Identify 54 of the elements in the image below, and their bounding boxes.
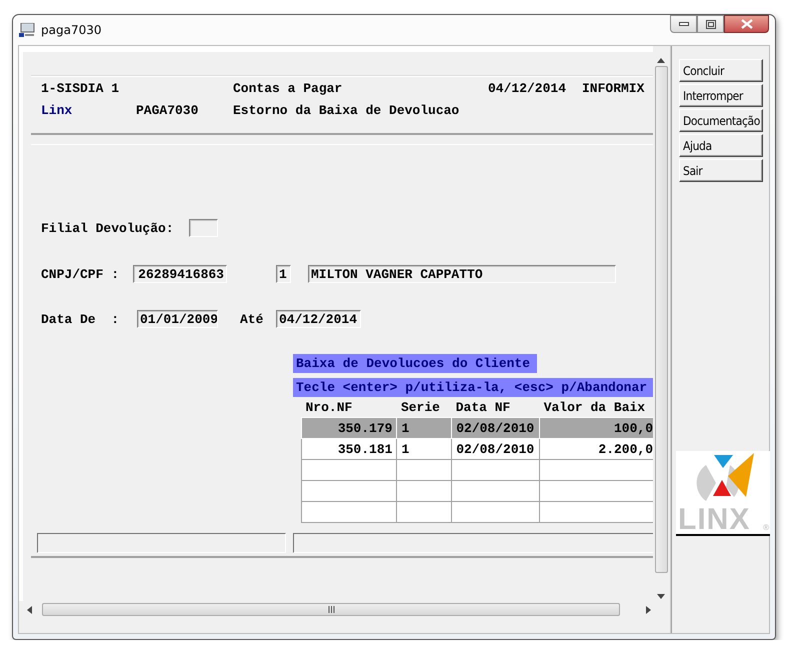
- column-header: Data NF: [452, 397, 540, 418]
- field-label: Data De :: [41, 312, 120, 326]
- action-button[interactable]: Sair: [679, 159, 763, 182]
- action-button[interactable]: Concluir: [679, 59, 763, 82]
- table-cell: 350.179: [302, 418, 397, 438]
- table-cell: 2.200,0: [540, 438, 653, 460]
- table-row[interactable]: 350.179 1 02/08/2010 100,0: [302, 418, 653, 438]
- action-button[interactable]: Ajuda: [679, 134, 763, 157]
- company-label: 1-SISDIA 1: [41, 80, 120, 96]
- date-label: 04/12/2014: [488, 80, 568, 96]
- action-button[interactable]: Documentação: [679, 109, 763, 132]
- maximize-icon: [706, 20, 716, 28]
- screen-title: Estorno da Baixa de Devolucao: [233, 102, 460, 118]
- column-header: Nro.NF: [302, 397, 397, 418]
- minimize-button[interactable]: [670, 15, 697, 33]
- name-field[interactable]: MILTON VAGNER CAPPATTO: [308, 265, 616, 283]
- database-label: INFORMIX: [582, 80, 646, 96]
- logo-text: LINX: [678, 503, 750, 537]
- table-cell: 350.181: [302, 438, 397, 460]
- scroll-left-icon[interactable]: [27, 606, 32, 614]
- field-label: Filial Devolução:: [41, 220, 175, 236]
- window-title: paga7030: [41, 23, 102, 37]
- registered-mark: ®: [763, 523, 769, 532]
- sequence-field[interactable]: 1: [276, 265, 291, 283]
- maximize-button[interactable]: [697, 15, 724, 33]
- brand-label: Linx: [41, 102, 74, 118]
- field-label: CNPJ/CPF :: [41, 266, 120, 282]
- column-header: Serie: [396, 397, 452, 418]
- grip-icon: [328, 606, 334, 613]
- close-button[interactable]: [724, 15, 769, 33]
- action-button[interactable]: Interromper: [679, 84, 763, 107]
- logo-mark-drawing: [696, 453, 754, 501]
- date-field[interactable]: 04/12/2014: [276, 310, 361, 328]
- filial-field[interactable]: [189, 219, 218, 237]
- close-icon: [740, 19, 752, 29]
- table-cell: 1: [396, 418, 452, 438]
- scroll-right-icon[interactable]: [646, 606, 651, 614]
- table-row[interactable]: 350.181 1 02/08/2010 2.200,0: [302, 438, 653, 460]
- scroll-up-icon[interactable]: [657, 58, 665, 63]
- minimize-icon: [678, 22, 688, 26]
- document-field[interactable]: 26289416863: [133, 265, 227, 283]
- table-cell: 1: [396, 438, 452, 460]
- scroll-down-icon[interactable]: [657, 594, 665, 599]
- popup-title: Baixa de Devolucoes do Cliente: [293, 354, 537, 373]
- table-cell: 02/08/2010: [452, 418, 540, 438]
- date-field[interactable]: 01/01/2009: [137, 310, 218, 328]
- popup-hint: Tecle <enter> p/utiliza-la, <esc> p/Abandonar: [293, 378, 653, 397]
- field-label: Até: [240, 312, 264, 326]
- app-icon: [19, 23, 35, 37]
- table-cell: 100,0: [540, 418, 653, 438]
- column-header: Valor da Baix: [540, 397, 653, 418]
- table-cell: 02/08/2010: [452, 438, 540, 460]
- module-label: Contas a Pagar: [233, 80, 344, 96]
- program-code: PAGA7030: [136, 102, 200, 118]
